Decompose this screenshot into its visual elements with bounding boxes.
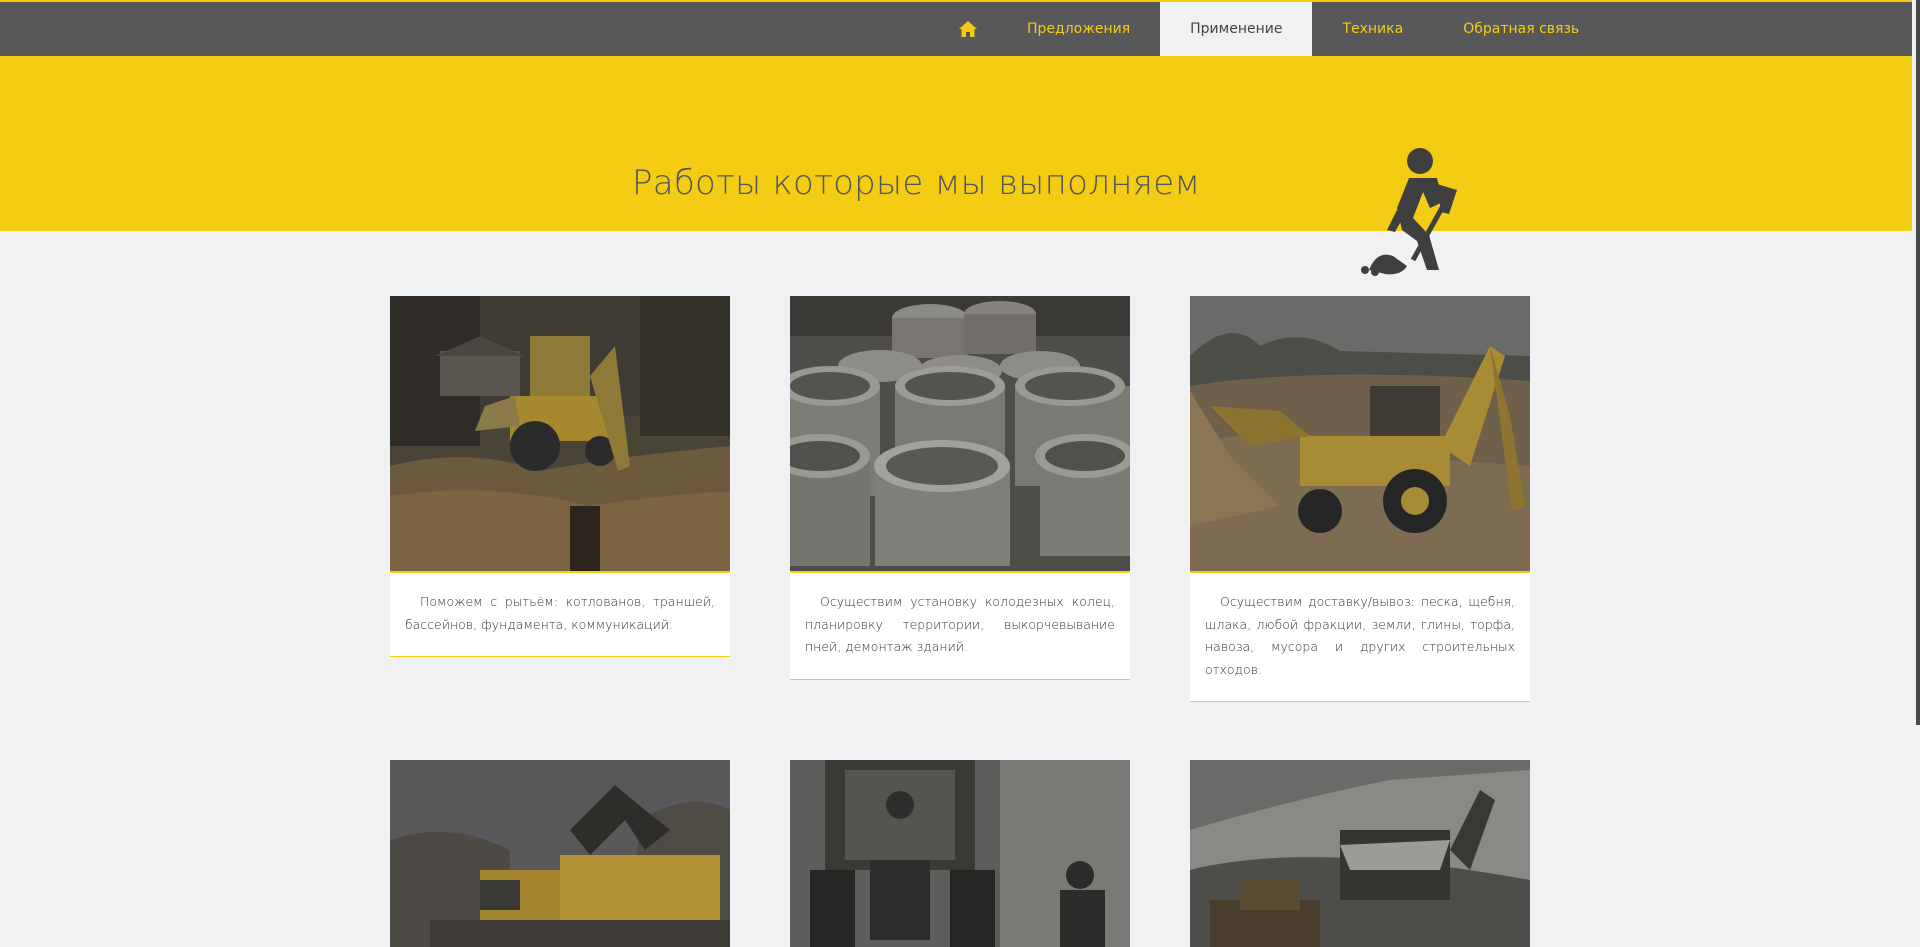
scrollbar-thumb[interactable] [1916, 0, 1920, 725]
service-card-delivery: Осуществим доставку/вывоз: песка, щебня,… [1190, 296, 1530, 702]
service-card-excavation: Поможем с рытьём: котлованов, траншей, б… [390, 296, 730, 657]
card-description: Осуществим доставку/вывоз: песка, щебня,… [1205, 594, 1515, 677]
home-icon [959, 21, 977, 37]
main-nav: Предложения Применение Техника Обратная … [943, 2, 1609, 56]
top-navigation-bar: Предложения Применение Техника Обратная … [0, 0, 1920, 56]
digging-worker-icon [1361, 148, 1457, 276]
page-scrollbar[interactable] [1912, 0, 1920, 945]
nav-item-application[interactable]: Применение [1160, 2, 1313, 56]
nav-item-equipment[interactable]: Техника [1312, 2, 1433, 56]
excavator-dump-truck-photo [390, 760, 730, 947]
card-description: Поможем с рытьём: котлованов, траншей, б… [405, 594, 715, 632]
backhoe-trench-photo [390, 296, 730, 573]
card-description: Осуществим установку колодезных колец, п… [805, 594, 1115, 654]
nav-item-offers[interactable]: Предложения [997, 2, 1160, 56]
service-card-installation: Осуществим установку колодезных колец, п… [790, 296, 1130, 680]
hero-banner: Работы которые мы выполняем [0, 56, 1912, 276]
nav-home-link[interactable] [943, 2, 997, 56]
backhoe-sand-photo [1190, 296, 1530, 573]
tractor-snow-photo [790, 760, 1130, 947]
nav-item-feedback[interactable]: Обратная связь [1433, 2, 1609, 56]
snow-loader-photo [1190, 760, 1530, 947]
concrete-rings-photo [790, 296, 1130, 573]
page-title: Работы которые мы выполняем [632, 163, 1201, 203]
